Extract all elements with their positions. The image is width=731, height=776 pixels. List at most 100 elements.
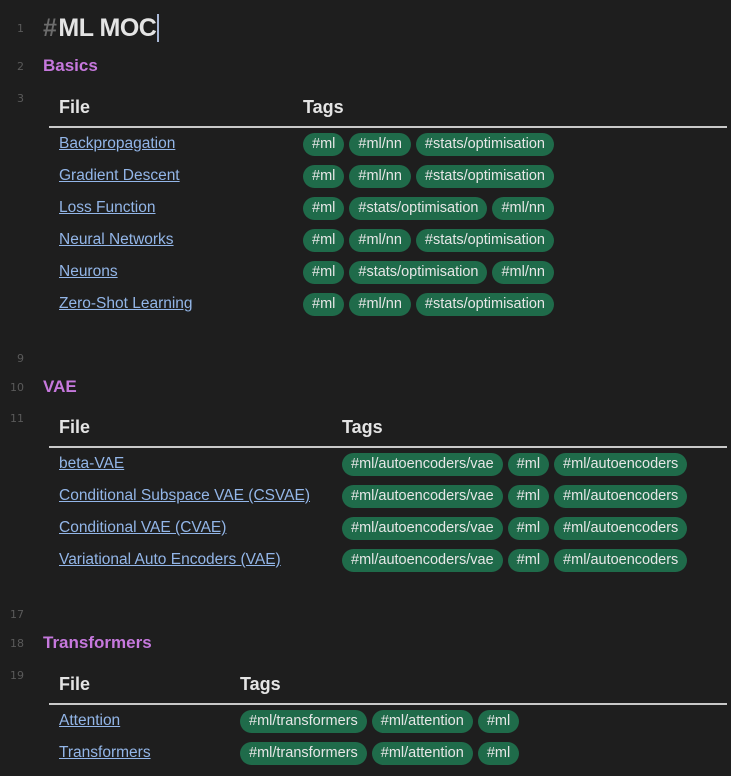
tag-pill[interactable]: #ml <box>303 261 345 284</box>
tag-pill[interactable]: #ml/autoencoders <box>554 485 688 508</box>
vae-table: File Tags beta-VAE #ml/autoencoders/vae #m… <box>49 408 727 576</box>
file-link[interactable]: Neurons <box>59 256 118 288</box>
tag-list: #ml #ml/nn #stats/optimisation <box>303 229 554 252</box>
tag-pill[interactable]: #stats/optimisation <box>415 133 554 156</box>
line-number: 11 <box>10 412 24 425</box>
tag-pill[interactable]: #ml <box>507 453 550 476</box>
table-header: File Tags <box>49 665 727 705</box>
file-link[interactable]: Neural Networks <box>59 224 174 256</box>
tag-pill[interactable]: #ml/transformers <box>240 742 367 765</box>
tag-pill[interactable]: #ml <box>303 293 345 316</box>
tag-pill[interactable]: #ml/nn <box>349 293 411 316</box>
table-row: Neural Networks #ml #ml/nn #stats/optimisat… <box>49 224 727 256</box>
table-body: Attention #ml/transformers #ml/attention #m… <box>49 705 727 769</box>
line-number: 2 <box>17 60 24 73</box>
line-number: 17 <box>10 608 24 621</box>
table-row: Conditional VAE (CVAE) #ml/autoencoders/v… <box>49 512 727 544</box>
tag-pill[interactable]: #ml/autoencoders <box>554 549 688 572</box>
page-title[interactable]: #ML MOC <box>43 14 160 43</box>
section-heading-transformers[interactable]: Transformers <box>43 633 152 653</box>
tag-pill[interactable]: #ml <box>507 485 550 508</box>
table-body: beta-VAE #ml/autoencoders/vae #ml #ml/autoe… <box>49 448 727 576</box>
table-body: Backpropagation #ml #ml/nn #stats/optimisat… <box>49 128 727 320</box>
table-row: Attention #ml/transformers #ml/attention #m… <box>49 705 727 737</box>
tag-pill[interactable]: #ml <box>477 742 520 765</box>
file-link[interactable]: beta-VAE <box>59 448 124 480</box>
table-row: Zero-Shot Learning #ml #ml/nn #stats/optimi… <box>49 288 727 320</box>
table-row: Conditional Subspace VAE (CSVAE) #ml/auto… <box>49 480 727 512</box>
tag-pill[interactable]: #stats/optimisation <box>349 197 488 220</box>
file-column-header: File <box>59 417 91 437</box>
tag-list: #ml #ml/nn #stats/optimisation <box>303 293 554 316</box>
line-number: 18 <box>10 637 24 650</box>
table-row: Variational Auto Encoders (VAE) #ml/autoe… <box>49 544 727 576</box>
tag-pill[interactable]: #ml/attention <box>371 742 473 765</box>
text-cursor <box>157 14 160 42</box>
tag-pill[interactable]: #ml <box>303 229 345 252</box>
file-link[interactable]: Loss Function <box>59 192 156 224</box>
table-row: Gradient Descent #ml #ml/nn #stats/optimisa… <box>49 160 727 192</box>
tags-column-header: Tags <box>303 97 344 117</box>
tag-pill[interactable]: #ml <box>507 517 550 540</box>
tag-pill[interactable]: #stats/optimisation <box>415 165 554 188</box>
tag-list: #ml/autoencoders/vae #ml #ml/autoencoders <box>342 517 688 540</box>
tag-pill[interactable]: #ml/autoencoders/vae <box>342 453 503 476</box>
page-title-text: ML MOC <box>58 14 157 42</box>
line-number: 19 <box>10 669 24 682</box>
section-heading-basics[interactable]: Basics <box>43 56 98 76</box>
markdown-editor[interactable]: 1 2 3 9 10 11 17 18 19 #ML MOC Basics Fi… <box>0 0 731 776</box>
file-link[interactable]: Transformers <box>59 737 151 769</box>
heading-hash: # <box>43 14 57 42</box>
line-number: 10 <box>10 381 24 394</box>
table-header: File Tags <box>49 88 727 128</box>
tag-pill[interactable]: #ml <box>303 197 345 220</box>
tag-list: #ml #stats/optimisation #ml/nn <box>303 261 554 284</box>
basics-table: File Tags Backpropagation #ml #ml/nn #stats… <box>49 88 727 320</box>
tag-pill[interactable]: #ml/autoencoders <box>554 453 688 476</box>
line-number: 1 <box>17 22 24 35</box>
file-link[interactable]: Gradient Descent <box>59 160 180 192</box>
tag-pill[interactable]: #ml/nn <box>349 165 411 188</box>
section-heading-vae[interactable]: VAE <box>43 377 77 397</box>
tag-pill[interactable]: #ml <box>303 165 345 188</box>
tag-list: #ml #ml/nn #stats/optimisation <box>303 133 554 156</box>
file-column-header: File <box>59 97 91 117</box>
tags-column-header: Tags <box>342 417 383 437</box>
table-header: File Tags <box>49 408 727 448</box>
tag-pill[interactable]: #ml/nn <box>492 261 554 284</box>
tag-pill[interactable]: #stats/optimisation <box>415 293 554 316</box>
tag-pill[interactable]: #ml <box>303 133 345 156</box>
transformers-table: File Tags Attention #ml/transformers #ml/a… <box>49 665 727 769</box>
line-number: 3 <box>17 92 24 105</box>
tag-list: #ml/transformers #ml/attention #ml <box>240 742 520 765</box>
tag-list: #ml/autoencoders/vae #ml #ml/autoencoders <box>342 453 688 476</box>
file-link[interactable]: Variational Auto Encoders (VAE) <box>59 544 281 576</box>
tag-pill[interactable]: #ml <box>477 710 520 733</box>
line-number: 9 <box>17 352 24 365</box>
tag-list: #ml/autoencoders/vae #ml #ml/autoencoders <box>342 485 688 508</box>
tag-list: #ml #ml/nn #stats/optimisation <box>303 165 554 188</box>
tag-pill[interactable]: #ml/attention <box>371 710 473 733</box>
tag-pill[interactable]: #stats/optimisation <box>349 261 488 284</box>
tag-pill[interactable]: #ml/nn <box>349 229 411 252</box>
tag-list: #ml/autoencoders/vae #ml #ml/autoencoders <box>342 549 688 572</box>
tag-pill[interactable]: #ml <box>507 549 550 572</box>
tag-pill[interactable]: #ml/autoencoders/vae <box>342 517 503 540</box>
tag-list: #ml #stats/optimisation #ml/nn <box>303 197 554 220</box>
file-link[interactable]: Backpropagation <box>59 128 175 160</box>
tag-pill[interactable]: #ml/autoencoders/vae <box>342 485 503 508</box>
tag-pill[interactable]: #ml/nn <box>349 133 411 156</box>
file-column-header: File <box>59 674 91 694</box>
tag-pill[interactable]: #ml/transformers <box>240 710 367 733</box>
table-row: Backpropagation #ml #ml/nn #stats/optimisat… <box>49 128 727 160</box>
file-link[interactable]: Attention <box>59 705 120 737</box>
tag-pill[interactable]: #ml/autoencoders <box>554 517 688 540</box>
file-link[interactable]: Zero-Shot Learning <box>59 288 193 320</box>
table-row: Transformers #ml/transformers #ml/attentio… <box>49 737 727 769</box>
file-link[interactable]: Conditional Subspace VAE (CSVAE) <box>59 480 310 512</box>
tag-pill[interactable]: #ml/autoencoders/vae <box>342 549 503 572</box>
tag-pill[interactable]: #ml/nn <box>492 197 554 220</box>
file-link[interactable]: Conditional VAE (CVAE) <box>59 512 226 544</box>
table-row: Neurons #ml #stats/optimisation #ml/nn <box>49 256 727 288</box>
tag-pill[interactable]: #stats/optimisation <box>415 229 554 252</box>
